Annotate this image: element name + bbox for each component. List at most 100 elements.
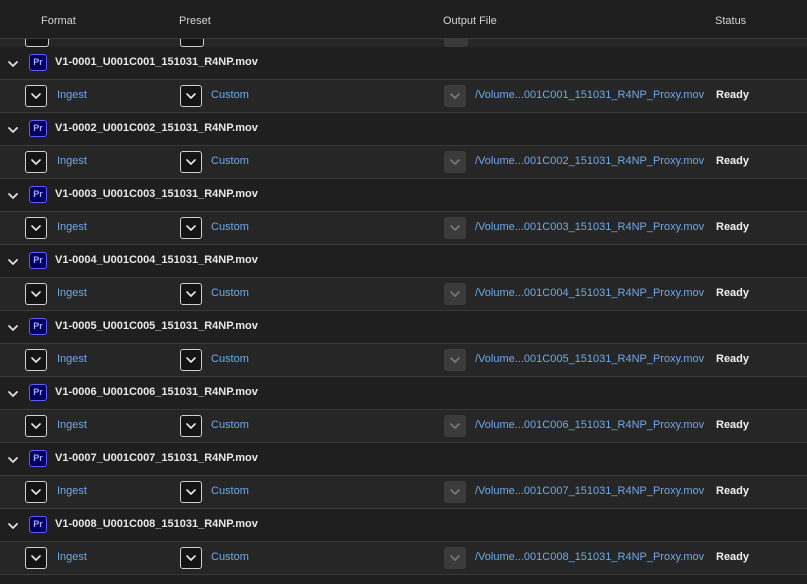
output-row[interactable]: Ingest Custom /Volume...001C001_151031_R… xyxy=(0,80,807,113)
output-row[interactable]: Ingest Custom /Volume...001C008_151031_R… xyxy=(0,542,807,575)
format-link[interactable]: Ingest xyxy=(57,485,87,497)
source-row[interactable]: Pr V1-0002_U001C002_151031_R4NP.mov xyxy=(0,113,807,146)
preset-dropdown-button[interactable] xyxy=(180,39,204,47)
output-dropdown-button[interactable] xyxy=(444,547,466,569)
preset-link[interactable]: Custom xyxy=(211,353,249,365)
source-row[interactable]: Pr V1-0005_U001C005_151031_R4NP.mov xyxy=(0,311,807,344)
chevron-down-icon[interactable] xyxy=(7,519,19,531)
output-dropdown-button[interactable] xyxy=(444,349,466,371)
format-link[interactable]: Ingest xyxy=(57,551,87,563)
output-row[interactable]: Ingest Custom /Volume...001C003_151031_R… xyxy=(0,212,807,245)
source-row[interactable]: Pr V1-0004_U001C004_151031_R4NP.mov xyxy=(0,245,807,278)
format-dropdown-button[interactable] xyxy=(25,39,49,47)
output-file-column-header[interactable]: Output File xyxy=(443,15,497,27)
chevron-down-icon[interactable] xyxy=(7,453,19,465)
output-dropdown-button[interactable] xyxy=(444,85,466,107)
source-file-name: V1-0004_U001C004_151031_R4NP.mov xyxy=(55,254,258,266)
format-link[interactable]: Ingest xyxy=(57,221,87,233)
output-file-link[interactable]: /Volume...001C002_151031_R4NP_Proxy.mov xyxy=(475,155,704,167)
chevron-down-icon xyxy=(31,489,41,495)
preset-dropdown-button[interactable] xyxy=(180,547,202,569)
output-file-link[interactable]: /Volume...001C008_151031_R4NP_Proxy.mov xyxy=(475,551,704,563)
format-dropdown-button[interactable] xyxy=(25,283,47,305)
output-dropdown-button[interactable] xyxy=(444,481,466,503)
source-row[interactable]: Pr V1-0003_U001C003_151031_R4NP.mov xyxy=(0,179,807,212)
source-file-name: V1-0007_U001C007_151031_R4NP.mov xyxy=(55,452,258,464)
output-dropdown-button[interactable] xyxy=(444,283,466,305)
format-dropdown-button[interactable] xyxy=(25,217,47,239)
source-row[interactable]: Pr V1-0007_U001C007_151031_R4NP.mov xyxy=(0,443,807,476)
format-dropdown-button[interactable] xyxy=(25,547,47,569)
queue-item-group: Pr V1-0007_U001C007_151031_R4NP.mov Inge… xyxy=(0,443,807,509)
format-link[interactable]: Ingest xyxy=(57,287,87,299)
output-dropdown-button[interactable] xyxy=(444,217,466,239)
output-row[interactable]: Ingest Custom /Volume...001C007_151031_R… xyxy=(0,476,807,509)
chevron-down-icon xyxy=(450,225,460,231)
output-file-link[interactable]: /Volume...001C006_151031_R4NP_Proxy.mov xyxy=(475,419,704,431)
chevron-down-icon xyxy=(450,291,460,297)
chevron-down-icon[interactable] xyxy=(7,189,19,201)
output-file-link[interactable]: /Volume...001C005_151031_R4NP_Proxy.mov xyxy=(475,353,704,365)
output-row[interactable]: Ingest Custom /Volume...001C002_151031_R… xyxy=(0,146,807,179)
source-row[interactable]: Pr V1-0008_U001C008_151031_R4NP.mov xyxy=(0,509,807,542)
preset-dropdown-button[interactable] xyxy=(180,283,202,305)
output-dropdown-button[interactable] xyxy=(444,151,466,173)
chevron-down-icon xyxy=(31,555,41,561)
preset-dropdown-button[interactable] xyxy=(180,85,202,107)
output-dropdown-button[interactable] xyxy=(444,415,466,437)
chevron-down-icon[interactable] xyxy=(7,255,19,267)
chevron-down-icon[interactable] xyxy=(7,321,19,333)
preset-link[interactable]: Custom xyxy=(211,221,249,233)
source-file-name: V1-0006_U001C006_151031_R4NP.mov xyxy=(55,386,258,398)
chevron-down-icon xyxy=(31,93,41,99)
output-row[interactable]: Ingest Custom /Volume...001C005_151031_R… xyxy=(0,344,807,377)
output-row[interactable]: Ingest Custom /Volume...001C004_151031_R… xyxy=(0,278,807,311)
format-link[interactable]: Ingest xyxy=(57,419,87,431)
format-dropdown-button[interactable] xyxy=(25,481,47,503)
chevron-down-icon[interactable] xyxy=(7,57,19,69)
output-row[interactable]: Ingest Custom /Volume...001C006_151031_R… xyxy=(0,410,807,443)
chevron-down-icon[interactable] xyxy=(7,387,19,399)
preset-link[interactable]: Custom xyxy=(211,551,249,563)
format-dropdown-button[interactable] xyxy=(25,349,47,371)
preset-dropdown-button[interactable] xyxy=(180,415,202,437)
preset-link[interactable]: Custom xyxy=(211,419,249,431)
chevron-down-icon xyxy=(31,357,41,363)
preset-dropdown-button[interactable] xyxy=(180,481,202,503)
queue-item-group: Pr V1-0002_U001C002_151031_R4NP.mov Inge… xyxy=(0,113,807,179)
source-file-name: V1-0001_U001C001_151031_R4NP.mov xyxy=(55,56,258,68)
source-file-name: V1-0008_U001C008_151031_R4NP.mov xyxy=(55,518,258,530)
premiere-pro-icon: Pr xyxy=(29,252,47,269)
preset-dropdown-button[interactable] xyxy=(180,151,202,173)
preset-dropdown-button[interactable] xyxy=(180,349,202,371)
chevron-down-icon[interactable] xyxy=(7,123,19,135)
output-file-link[interactable]: /Volume...001C004_151031_R4NP_Proxy.mov xyxy=(475,287,704,299)
output-dropdown-button[interactable] xyxy=(444,39,468,47)
preset-link[interactable]: Custom xyxy=(211,155,249,167)
format-column-header[interactable]: Format xyxy=(41,15,76,27)
chevron-down-icon xyxy=(186,93,196,99)
format-link[interactable]: Ingest xyxy=(57,353,87,365)
queue-item-group: Pr V1-0004_U001C004_151031_R4NP.mov Inge… xyxy=(0,245,807,311)
output-file-link[interactable]: /Volume...001C007_151031_R4NP_Proxy.mov xyxy=(475,485,704,497)
status-column-header[interactable]: Status xyxy=(715,15,746,27)
source-row[interactable]: Pr V1-0006_U001C006_151031_R4NP.mov xyxy=(0,377,807,410)
preset-link[interactable]: Custom xyxy=(211,485,249,497)
preset-dropdown-button[interactable] xyxy=(180,217,202,239)
format-link[interactable]: Ingest xyxy=(57,155,87,167)
preset-link[interactable]: Custom xyxy=(211,89,249,101)
format-link[interactable]: Ingest xyxy=(57,89,87,101)
premiere-pro-icon: Pr xyxy=(29,120,47,137)
output-file-link[interactable]: /Volume...001C001_151031_R4NP_Proxy.mov xyxy=(475,89,704,101)
queue-item-group: Pr V1-0003_U001C003_151031_R4NP.mov Inge… xyxy=(0,179,807,245)
format-dropdown-button[interactable] xyxy=(25,85,47,107)
source-row[interactable]: Pr V1-0001_U001C001_151031_R4NP.mov xyxy=(0,47,807,80)
chevron-down-icon xyxy=(186,357,196,363)
preset-column-header[interactable]: Preset xyxy=(179,15,211,27)
preset-link[interactable]: Custom xyxy=(211,287,249,299)
output-file-link[interactable]: /Volume...001C003_151031_R4NP_Proxy.mov xyxy=(475,221,704,233)
premiere-pro-icon: Pr xyxy=(29,318,47,335)
format-dropdown-button[interactable] xyxy=(25,151,47,173)
status-label: Ready xyxy=(716,221,750,233)
format-dropdown-button[interactable] xyxy=(25,415,47,437)
